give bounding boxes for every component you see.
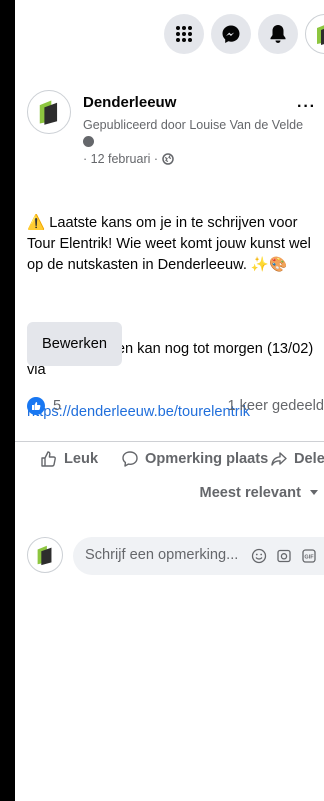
emoji-icon[interactable] (251, 548, 267, 564)
denderleeuw-logo-icon (37, 545, 52, 566)
comment-button[interactable]: Opmerking plaatsen (121, 450, 285, 468)
commenter-avatar[interactable] (27, 537, 63, 573)
svg-text:GIF: GIF (304, 555, 314, 561)
more-options-button[interactable]: ··· (297, 98, 316, 116)
share-label: Delen (294, 451, 324, 467)
profile-avatar-icon[interactable] (305, 14, 324, 54)
post-text-paragraph-1: ⚠️ Laatste kans om je in te schrijven vo… (27, 215, 311, 273)
help-icon[interactable] (83, 136, 94, 147)
share-button[interactable]: Delen (268, 450, 324, 468)
messenger-icon[interactable] (211, 14, 251, 54)
menu-grid-icon[interactable] (164, 14, 204, 54)
like-label: Leuk (64, 451, 99, 467)
thumbs-up-icon (41, 451, 56, 467)
post-actions: Leuk Opmerking plaatsen Delen (15, 441, 324, 482)
comment-placeholder: Schrijf een opmerking... (85, 547, 239, 563)
like-button[interactable]: Leuk (40, 450, 98, 468)
camera-icon[interactable] (276, 548, 292, 564)
post-header: Denderleeuw Gepubliceerd door Louise Van… (27, 88, 316, 166)
chevron-down-icon (310, 490, 318, 495)
edit-button[interactable]: Bewerken (27, 322, 122, 366)
gif-icon[interactable]: GIF (301, 548, 317, 564)
denderleeuw-logo-icon (39, 100, 58, 125)
notifications-bell-icon[interactable] (258, 14, 298, 54)
page-name[interactable]: Denderleeuw (83, 94, 176, 111)
page-avatar[interactable] (27, 90, 71, 134)
globe-icon (161, 153, 174, 170)
comment-input[interactable]: Schrijf een opmerking... GIF (73, 537, 324, 575)
comment-composer: Schrijf een opmerking... GIF (27, 535, 324, 575)
top-navigation-bar (15, 14, 324, 62)
facebook-page: Denderleeuw Gepubliceerd door Louise Van… (15, 0, 324, 801)
comment-label: Opmerking plaatsen (145, 451, 286, 467)
post-date[interactable]: · 12 februari · (83, 152, 158, 166)
post-meta: Gepubliceerd door Louise Van de Velde · … (83, 117, 313, 170)
reaction-stats: 5 1 keer gedeeld (27, 396, 324, 420)
published-by: Gepubliceerd door Louise Van de Velde (83, 118, 304, 132)
share-icon (271, 452, 287, 466)
share-count[interactable]: 1 keer gedeeld (227, 398, 324, 414)
comment-icon (122, 451, 138, 467)
like-count[interactable]: 5 (53, 398, 61, 414)
comment-sort-dropdown[interactable]: Meest relevant (200, 485, 318, 501)
like-reaction-icon[interactable] (27, 397, 45, 415)
sort-label: Meest relevant (199, 485, 301, 501)
